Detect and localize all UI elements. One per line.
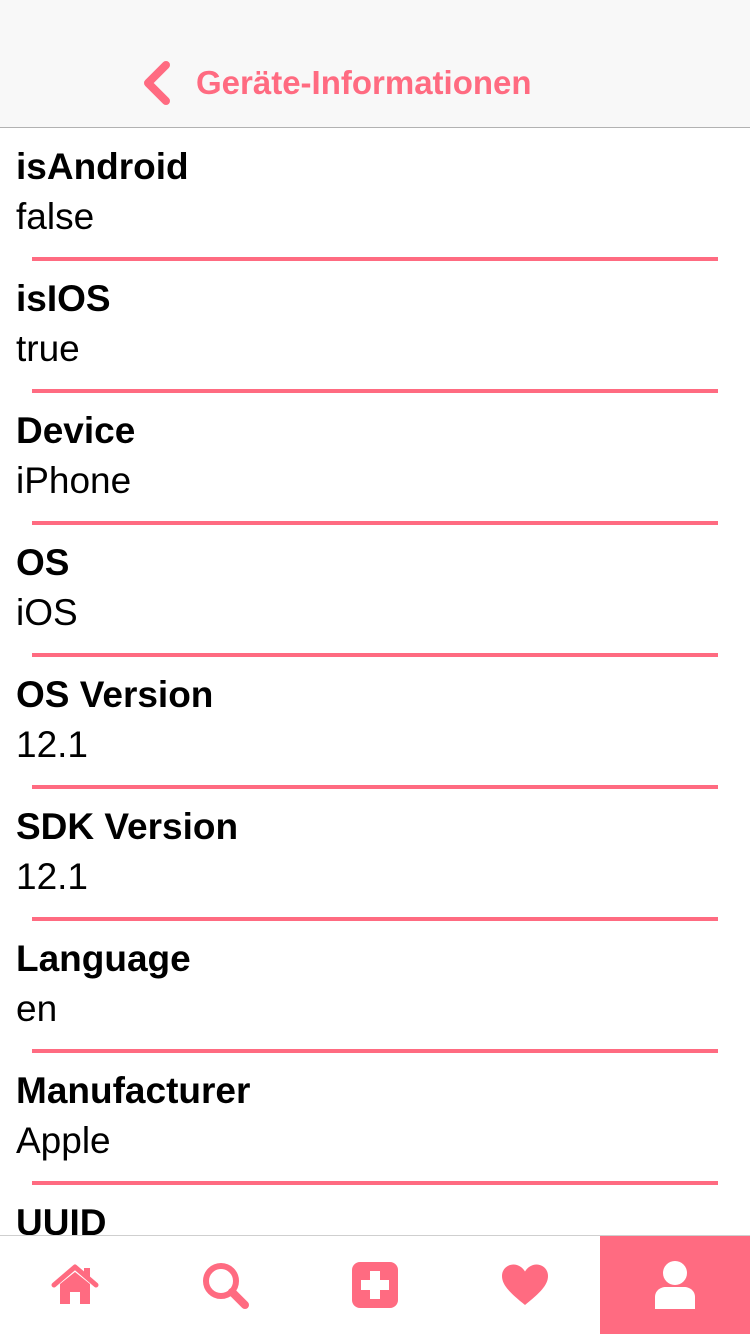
info-value: 12.1 bbox=[16, 724, 89, 765]
device-info-screen: Geräte-Informationen isAndroid false isI… bbox=[0, 0, 750, 1334]
home-icon bbox=[51, 1264, 99, 1306]
list-item: Manufacturer Apple bbox=[0, 1053, 750, 1185]
info-value: false bbox=[16, 196, 95, 237]
heart-icon bbox=[500, 1263, 550, 1307]
add-icon bbox=[351, 1261, 399, 1309]
tab-profile[interactable] bbox=[600, 1236, 750, 1334]
list-item: SDK Version 12.1 bbox=[0, 789, 750, 921]
navigation-bar: Geräte-Informationen bbox=[0, 0, 750, 128]
info-list[interactable]: isAndroid false isIOS true Device iPhone… bbox=[0, 129, 750, 1235]
tab-home[interactable] bbox=[0, 1236, 150, 1334]
list-item: isIOS true bbox=[0, 261, 750, 393]
info-label: SDK Version bbox=[16, 806, 239, 847]
info-label: UUID bbox=[16, 1202, 107, 1235]
list-item: isAndroid false bbox=[0, 129, 750, 261]
list-item: OS iOS bbox=[0, 525, 750, 657]
info-label: Manufacturer bbox=[16, 1070, 251, 1111]
back-button[interactable]: Geräte-Informationen bbox=[140, 56, 532, 110]
info-label: OS bbox=[16, 542, 70, 583]
search-icon bbox=[200, 1260, 250, 1310]
list-item: Language en bbox=[0, 921, 750, 1053]
tab-bar bbox=[0, 1235, 750, 1334]
info-value: en bbox=[16, 988, 58, 1029]
info-label: Device bbox=[16, 410, 136, 451]
tab-favorites[interactable] bbox=[450, 1236, 600, 1334]
info-label: isIOS bbox=[16, 278, 111, 319]
info-value: 12.1 bbox=[16, 856, 89, 897]
tab-search[interactable] bbox=[150, 1236, 300, 1334]
info-label: isAndroid bbox=[16, 146, 189, 187]
list-item: OS Version 12.1 bbox=[0, 657, 750, 789]
user-icon bbox=[653, 1259, 697, 1311]
page-title: Geräte-Informationen bbox=[196, 64, 532, 101]
info-value: Apple bbox=[16, 1120, 111, 1161]
info-label: Language bbox=[16, 938, 191, 979]
list-item: UUID bbox=[0, 1185, 750, 1235]
list-item: Device iPhone bbox=[0, 393, 750, 525]
info-value: iOS bbox=[16, 592, 78, 633]
info-value: iPhone bbox=[16, 460, 132, 501]
tab-add[interactable] bbox=[300, 1236, 450, 1334]
chevron-left-icon bbox=[140, 61, 174, 105]
info-label: OS Version bbox=[16, 674, 214, 715]
info-value: true bbox=[16, 328, 80, 369]
